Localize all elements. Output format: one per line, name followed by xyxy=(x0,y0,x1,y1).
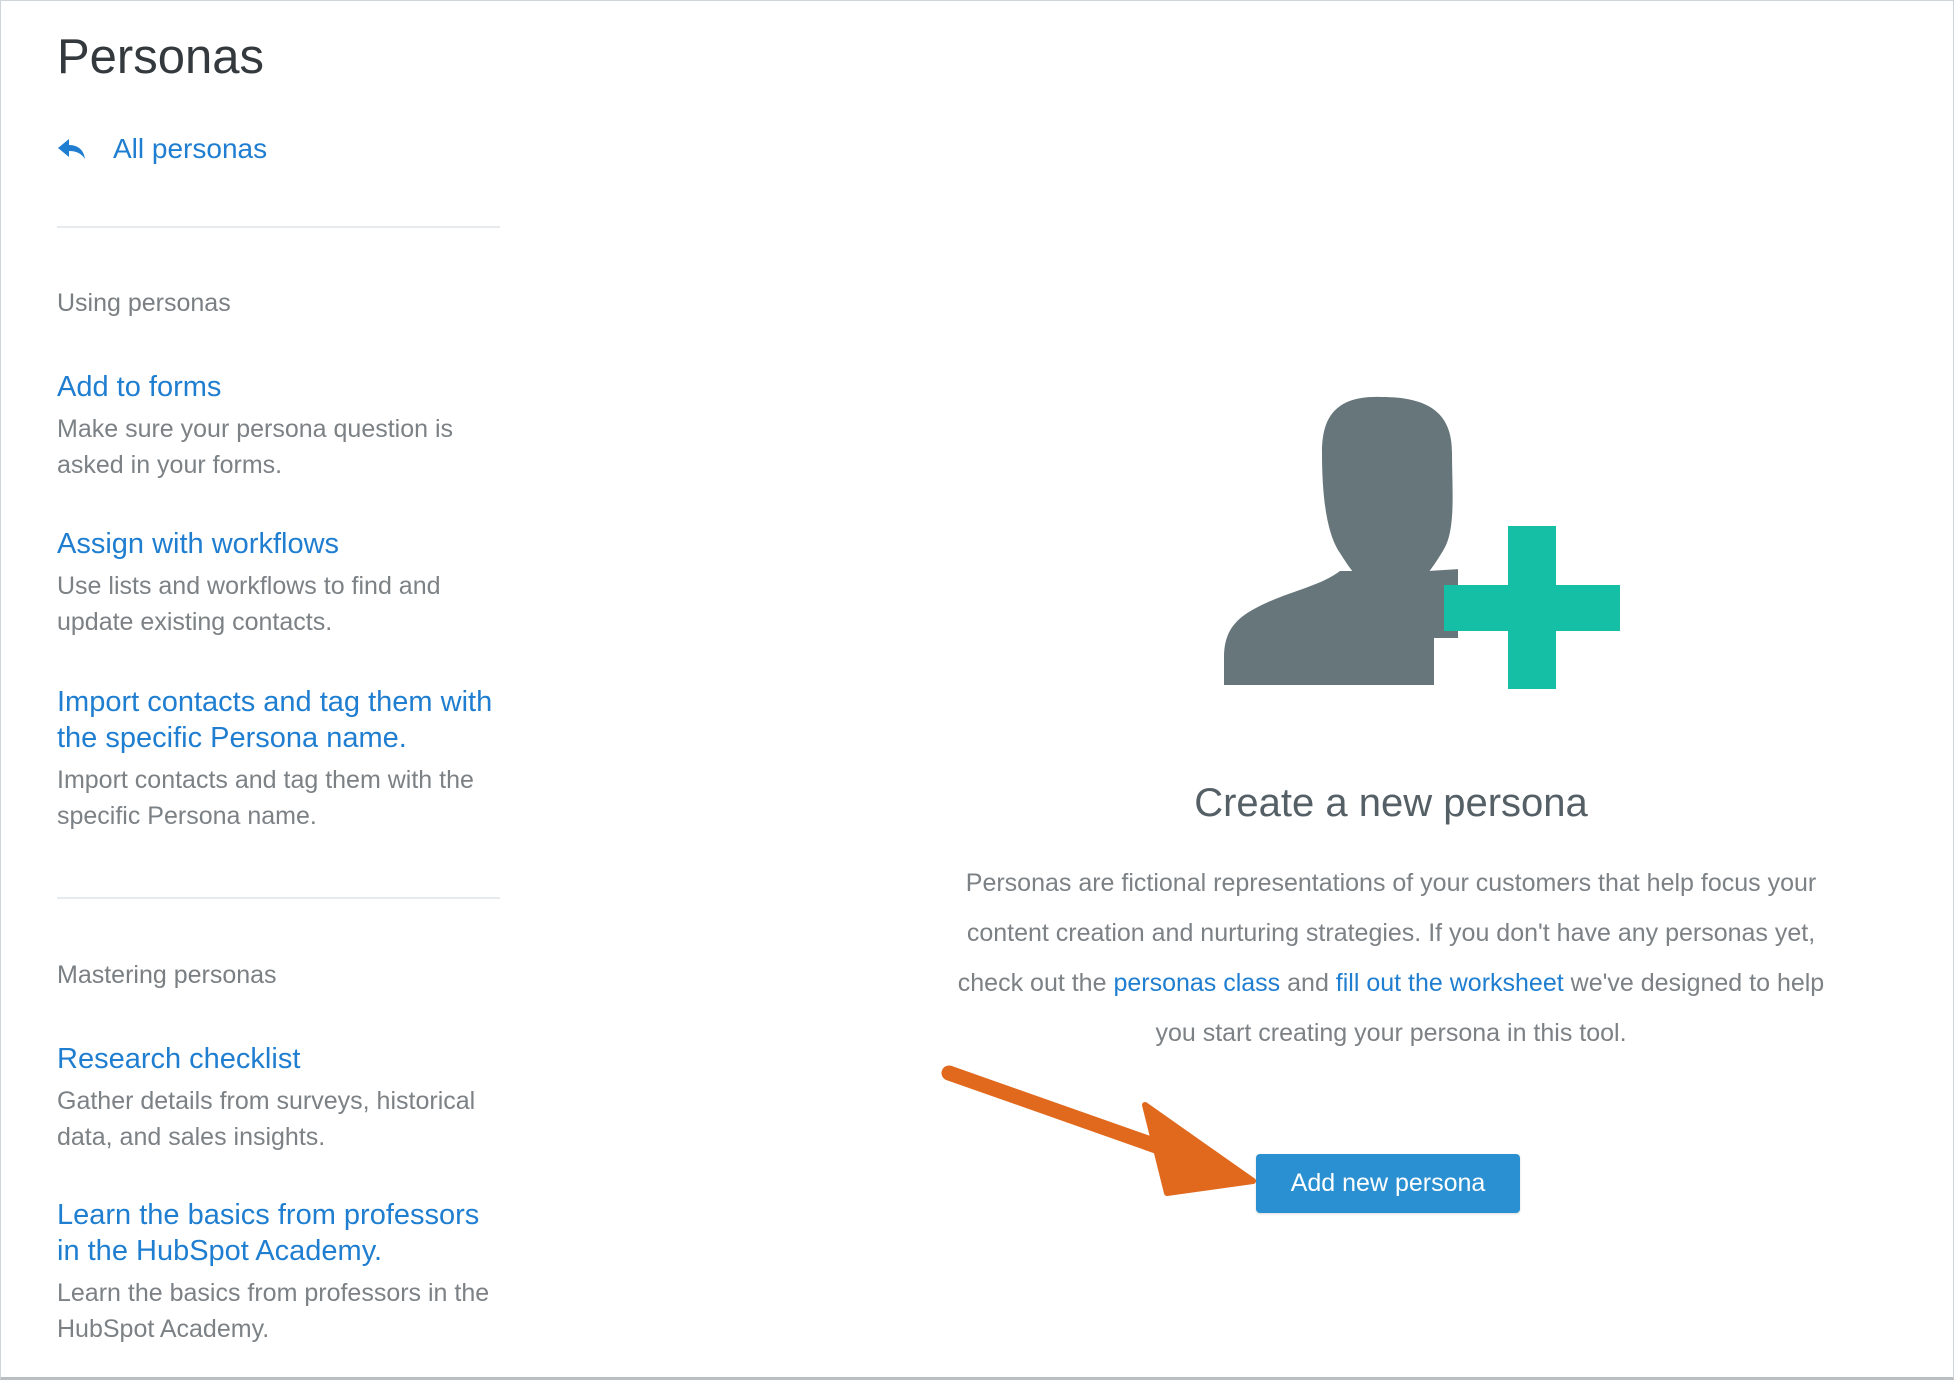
annotation-arrow-icon xyxy=(931,1051,1271,1206)
sidebar-item-research-checklist: Research checklist Gather details from s… xyxy=(57,1041,507,1155)
hubspot-academy-link[interactable]: Learn the basics from professors in the … xyxy=(57,1197,507,1269)
add-to-forms-link[interactable]: Add to forms xyxy=(57,369,507,405)
app-window: Personas All personas Using personas Add… xyxy=(0,0,1954,1380)
all-personas-link[interactable]: All personas xyxy=(57,133,267,165)
page-title: Personas xyxy=(57,30,265,84)
sidebar-item-hubspot-academy: Learn the basics from professors in the … xyxy=(57,1197,507,1347)
sidebar-item-add-to-forms: Add to forms Make sure your persona ques… xyxy=(57,369,507,483)
assign-with-workflows-description: Use lists and workflows to find and upda… xyxy=(57,572,441,636)
back-arrow-icon xyxy=(57,137,87,161)
sidebar-divider xyxy=(57,226,500,228)
hubspot-academy-description: Learn the basics from professors in the … xyxy=(57,1279,490,1343)
import-contacts-description: Import contacts and tag them with the sp… xyxy=(57,766,474,830)
sidebar-divider xyxy=(57,897,500,899)
assign-with-workflows-link[interactable]: Assign with workflows xyxy=(57,526,507,562)
add-new-persona-button[interactable]: Add new persona xyxy=(1256,1154,1520,1213)
sidebar-item-assign-workflows: Assign with workflows Use lists and work… xyxy=(57,526,507,640)
personas-class-link[interactable]: personas class xyxy=(1113,969,1280,997)
section-label-mastering-personas: Mastering personas xyxy=(57,961,277,989)
add-user-icon xyxy=(1222,393,1622,694)
empty-state-title: Create a new persona xyxy=(1194,781,1588,825)
all-personas-label: All personas xyxy=(113,133,268,164)
add-to-forms-description: Make sure your persona question is asked… xyxy=(57,415,454,479)
section-label-using-personas: Using personas xyxy=(57,289,231,317)
empty-state-text: and xyxy=(1280,969,1336,997)
research-checklist-link[interactable]: Research checklist xyxy=(57,1041,507,1077)
research-checklist-description: Gather details from surveys, historical … xyxy=(57,1087,476,1151)
sidebar-item-import-contacts: Import contacts and tag them with the sp… xyxy=(57,684,507,834)
worksheet-link[interactable]: fill out the worksheet xyxy=(1336,969,1564,997)
empty-state-description: Personas are fictional representations o… xyxy=(941,858,1841,1058)
import-contacts-link[interactable]: Import contacts and tag them with the sp… xyxy=(57,684,507,756)
